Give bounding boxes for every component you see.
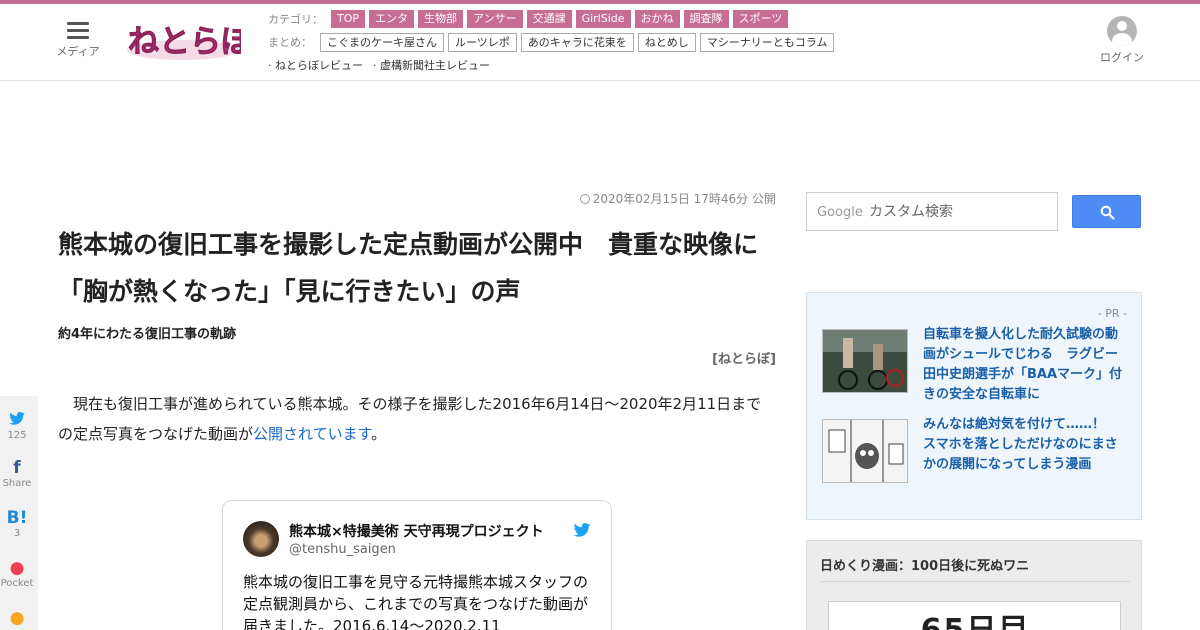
user-avatar-icon — [1107, 16, 1137, 46]
search-icon — [1100, 205, 1115, 220]
category-tag[interactable]: TOP — [331, 10, 366, 28]
hatena-bookmark-count: 3 — [13, 528, 21, 539]
tweet-author-handle[interactable]: @tenshu_saigen — [289, 542, 396, 557]
pr-label: - PR - — [1097, 307, 1127, 320]
hamburger-icon — [67, 22, 89, 39]
matome-tag[interactable]: マシーナリーともコラム — [699, 32, 835, 52]
hatena-bookmark-button[interactable]: B! 3 — [0, 508, 34, 540]
body-text-suffix: 。 — [371, 425, 387, 443]
site-logo[interactable]: ねとらぼ — [126, 20, 253, 62]
twitter-share-button[interactable]: 125 — [0, 410, 34, 442]
pocket-icon: ● — [9, 558, 25, 578]
matome-tag[interactable]: あのキャラに花束を — [520, 32, 634, 52]
matome-tag[interactable]: ルーツレポ — [448, 32, 517, 52]
matome-tag[interactable]: ねとめし — [637, 32, 696, 52]
pocket-label: Pocket — [0, 578, 34, 589]
manga-widget: 日めくり漫画：100日後に死ぬワニ 65日目 — [806, 540, 1142, 630]
review-link[interactable]: · ねとらぼレビュー — [268, 57, 363, 73]
share-sidebar: 125 f Share B! 3 ● Pocket ● — [0, 396, 38, 630]
matome-label: まとめ： — [268, 36, 312, 49]
pr-link[interactable]: みんなは絶対気を付けて……！ スマホを落としただけなのにまさかの展開になってしま… — [923, 415, 1128, 475]
pr-link[interactable]: 自転車を擬人化した耐久試験の動画がシュールでじわる ラグビー田中史朗選手が「BA… — [923, 325, 1128, 405]
category-tag[interactable]: スポーツ — [732, 10, 789, 28]
category-tag[interactable]: GirlSide — [575, 10, 631, 28]
pr-thumbnail[interactable] — [822, 329, 908, 393]
article-body: 現在も復旧工事が進められている熊本城。その様子を撮影した2016年6月14日～2… — [58, 389, 776, 449]
pr-box: - PR - 自転車を擬人化した耐久試験の動画がシュールでじわる ラグビー田中史… — [806, 292, 1142, 520]
review-row: · ねとらぼレビュー · 虚構新聞社主レビュー — [268, 56, 500, 74]
article-title: 熊本城の復旧工事を撮影した定点動画が公開中 貴重な映像に「胸が熱くなった」「見に… — [58, 230, 759, 306]
category-tag[interactable]: 交通課 — [526, 10, 572, 28]
category-tag[interactable]: 生物部 — [418, 10, 464, 28]
search-input[interactable] — [869, 201, 1049, 223]
tweet-author-name[interactable]: 熊本城×特撮美術 天守再現プロジェクト — [289, 521, 544, 541]
pr-thumbnail[interactable] — [822, 419, 908, 483]
manga-widget-title: 日めくり漫画：100日後に死ぬワニ — [820, 559, 1030, 574]
embedded-tweet[interactable]: 熊本城×特撮美術 天守再現プロジェクト @tenshu_saigen 熊本城の復… — [222, 500, 612, 630]
manga-card[interactable]: 65日目 — [828, 601, 1121, 630]
matome-tag[interactable]: こぐまのケーキ屋さん — [320, 32, 444, 52]
facebook-share-count: Share — [2, 478, 32, 489]
twitter-bird-icon[interactable] — [573, 523, 591, 537]
hatena-bookmark-icon: B! — [6, 508, 28, 528]
category-tag[interactable]: アンサー — [467, 10, 523, 28]
matome-row: まとめ： こぐまのケーキ屋さん ルーツレポ あのキャラに花束を ねとめし マシー… — [268, 32, 838, 52]
twitter-share-count: 125 — [7, 430, 27, 441]
tweet-avatar[interactable] — [243, 521, 279, 557]
manga-day-label: 65日目 — [829, 605, 1122, 630]
site-header: メディア ねとらぼ カテゴリ： TOP エンタ 生物部 アンサー 交通課 Gir… — [0, 4, 1200, 81]
publish-date: 2020年02月15日 17時46分 公開 — [58, 190, 776, 210]
category-label: カテゴリ： — [268, 13, 323, 26]
pocket-button[interactable]: ● Pocket — [0, 558, 34, 590]
body-text-prefix: 現在も復旧工事が進められている熊本城。その様子を撮影した2016年6月14日～2… — [58, 395, 762, 443]
category-tag[interactable]: エンタ — [369, 10, 415, 28]
login-label: ログイン — [1100, 51, 1144, 64]
review-link[interactable]: · 虚構新聞社主レビュー — [373, 57, 490, 73]
divider — [820, 581, 1130, 582]
search-box: Google — [806, 192, 1058, 231]
comment-icon: ● — [9, 608, 25, 628]
category-row: カテゴリ： TOP エンタ 生物部 アンサー 交通課 GirlSide おかね … — [268, 10, 792, 28]
article-byline: [ねとらぼ] — [712, 352, 776, 367]
facebook-share-button[interactable]: f Share — [0, 458, 34, 490]
menu-label: メディア — [56, 45, 100, 58]
twitter-icon — [0, 410, 34, 430]
article-subtitle: 約4年にわたる復旧工事の軌跡 — [58, 327, 237, 342]
category-tag[interactable]: 調査隊 — [683, 10, 729, 28]
clock-icon — [579, 194, 590, 204]
category-tag[interactable]: おかね — [634, 10, 680, 28]
google-brand-label: Google — [817, 205, 863, 220]
video-link[interactable]: 公開されています — [253, 425, 371, 443]
menu-button[interactable]: メディア — [55, 22, 101, 62]
article: 2020年02月15日 17時46分 公開 熊本城の復旧工事を撮影した定点動画が… — [58, 190, 776, 449]
publish-date-text: 2020年02月15日 17時46分 公開 — [592, 192, 776, 206]
svg-text:ねとらぼ: ねとらぼ — [128, 24, 241, 60]
facebook-icon: f — [13, 458, 21, 478]
search-button[interactable] — [1072, 195, 1141, 228]
comment-button[interactable]: ● — [0, 608, 34, 628]
login-button[interactable]: ログイン — [1098, 16, 1146, 65]
tweet-text: 熊本城の復旧工事を見守る元特撮熊本城スタッフの定点観測員から、これまでの写真をつ… — [243, 573, 589, 630]
